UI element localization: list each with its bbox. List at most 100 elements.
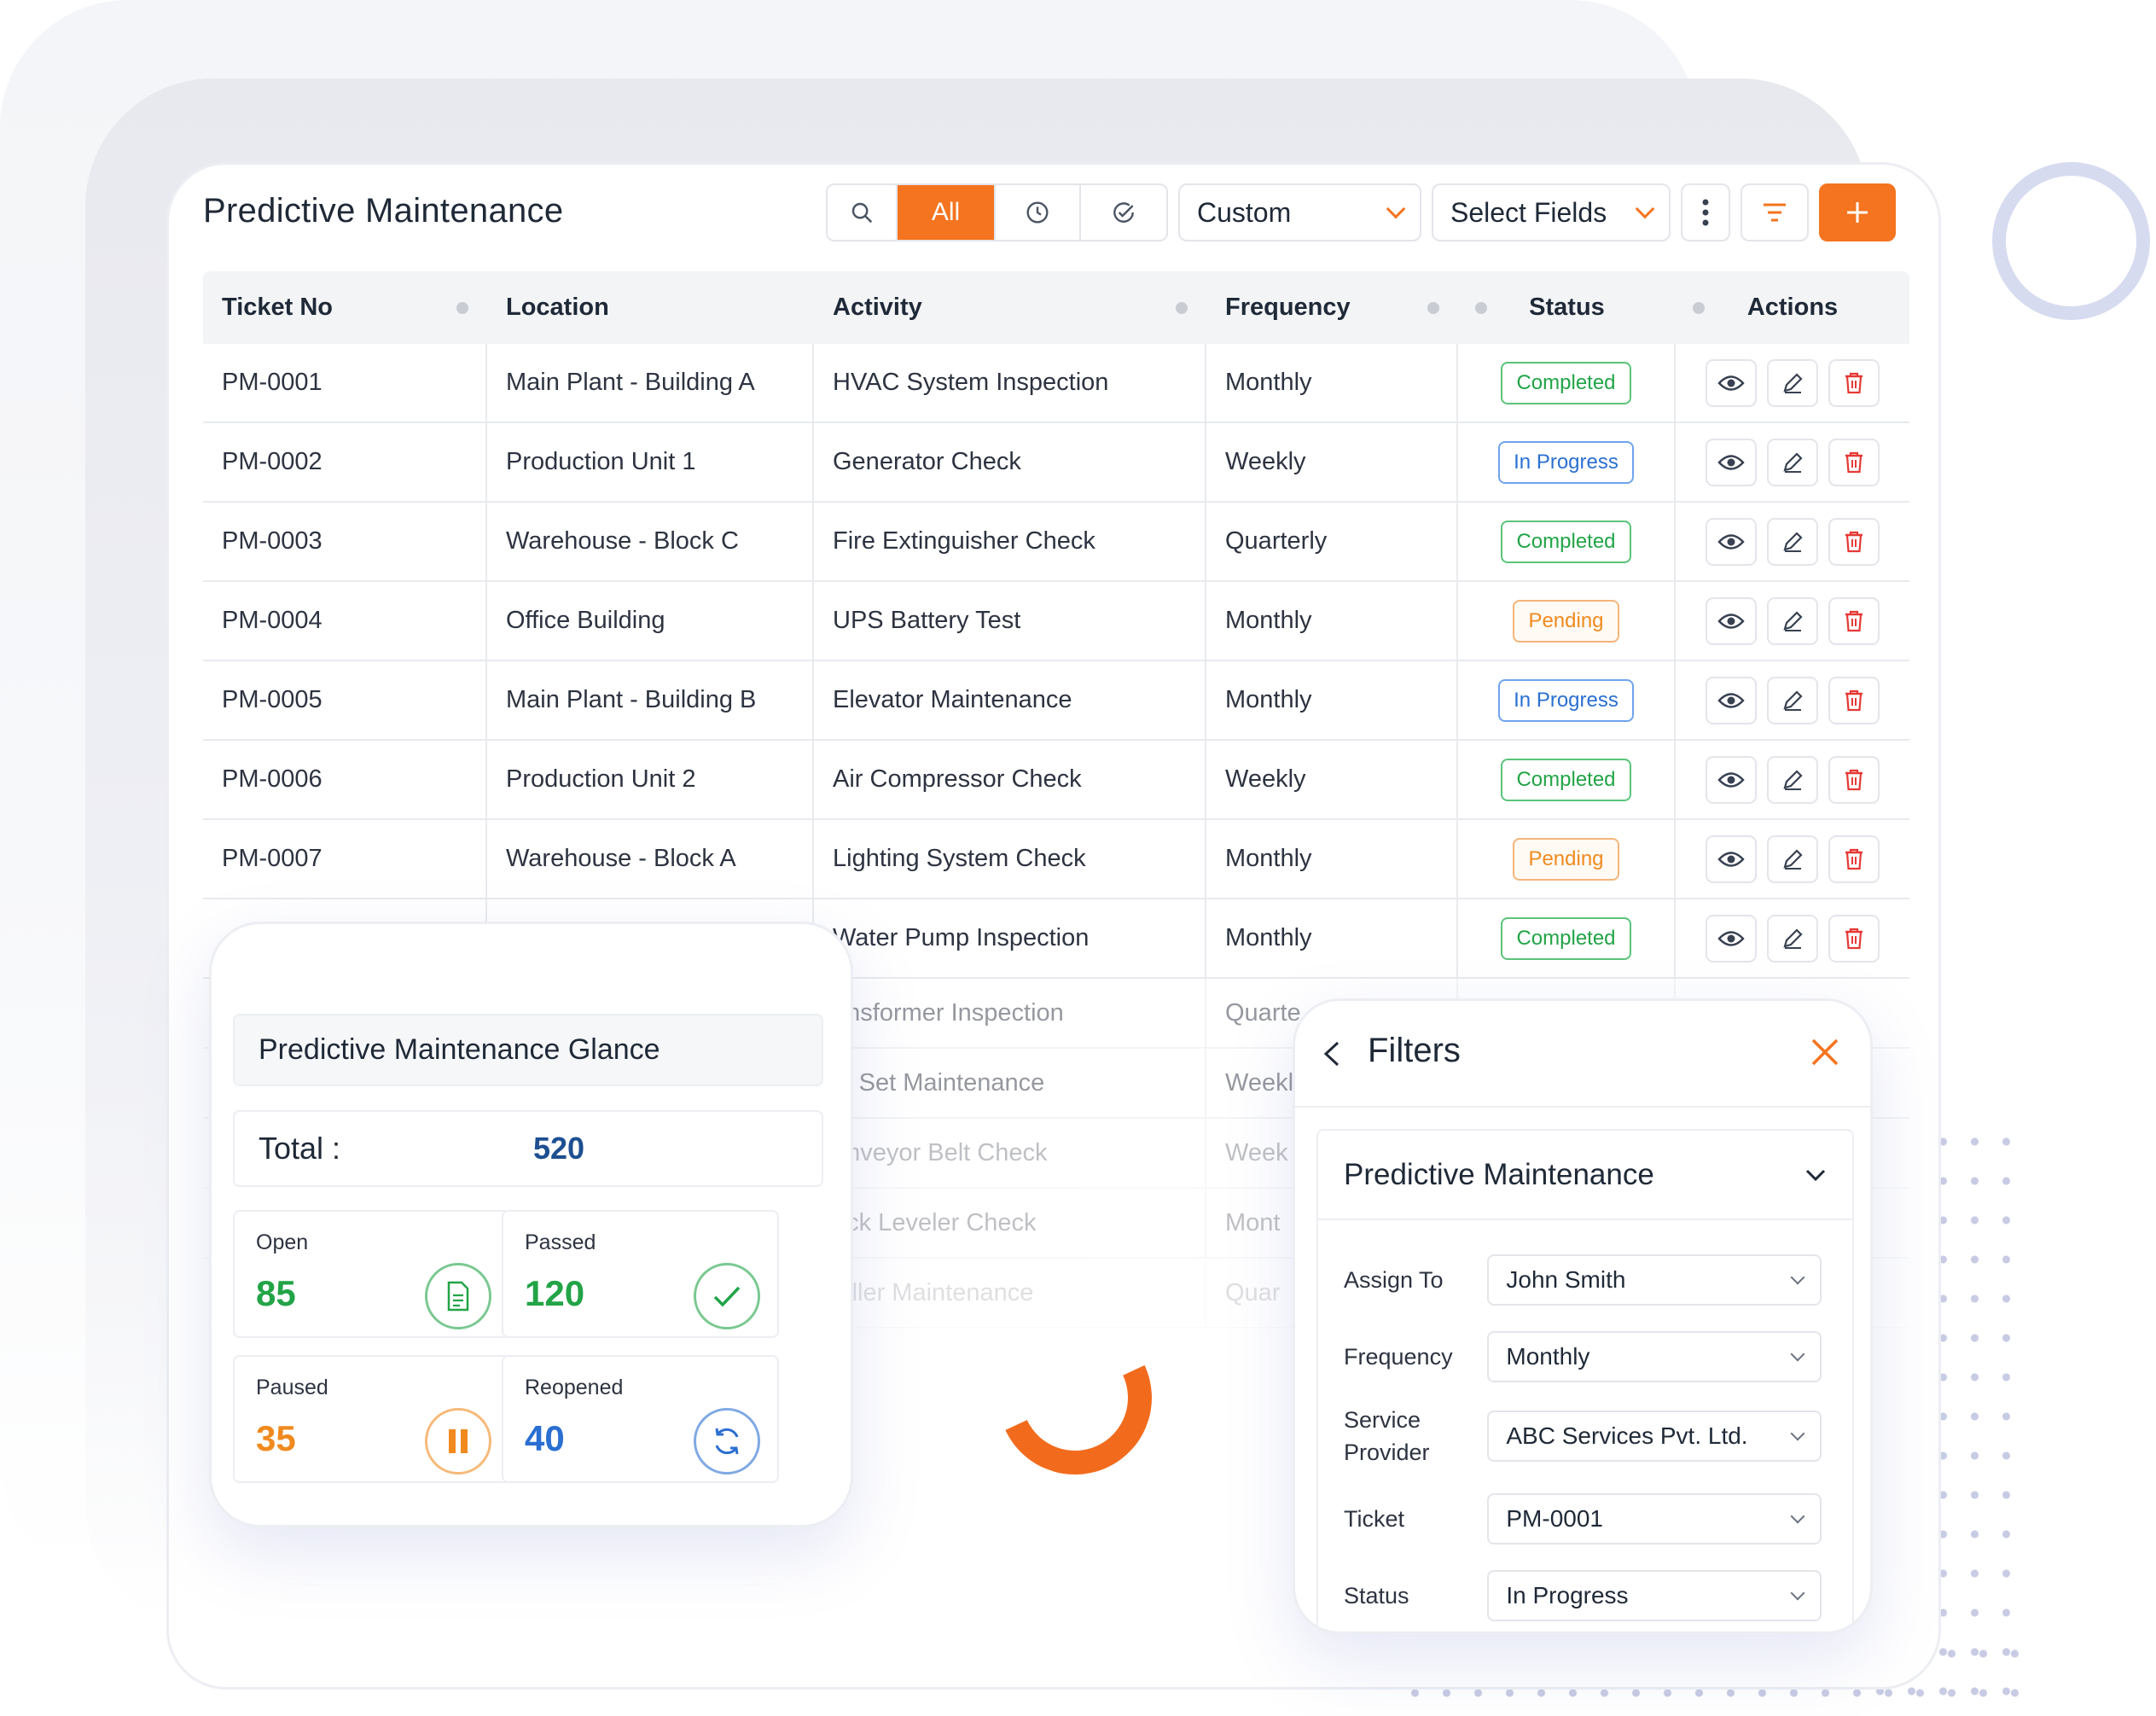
chevron-down-icon <box>1386 199 1406 219</box>
table-row[interactable]: PM-0003 Warehouse - Block C Fire Extinguis… <box>203 503 1909 582</box>
location-cell: Warehouse - Block A <box>487 820 814 898</box>
edit-button[interactable] <box>1767 438 1818 486</box>
edit-icon <box>1783 531 1803 552</box>
add-ticket-button[interactable] <box>1819 183 1896 241</box>
delete-button[interactable] <box>1828 676 1880 724</box>
edit-icon <box>1783 610 1803 631</box>
stat-card[interactable]: Passed 120 <box>502 1210 779 1338</box>
edit-icon <box>1783 451 1803 473</box>
view-button[interactable] <box>1706 358 1757 407</box>
frequency-cell: Monthly <box>1206 899 1458 977</box>
view-button[interactable] <box>1706 596 1757 645</box>
column-header-frequency[interactable]: Frequency <box>1206 271 1458 344</box>
view-button[interactable] <box>1706 914 1757 963</box>
glance-title: Predictive Maintenance Glance <box>233 1014 823 1086</box>
ticket-cell: PM-0005 <box>203 661 487 739</box>
column-header-activity[interactable]: Activity <box>814 271 1206 344</box>
chevron-down-icon <box>1805 1169 1826 1181</box>
column-header-ticket[interactable]: Ticket No <box>203 271 487 344</box>
edit-button[interactable] <box>1767 755 1818 804</box>
stat-card[interactable]: Reopened 40 <box>502 1355 779 1483</box>
delete-button[interactable] <box>1828 755 1880 804</box>
activity-cell: Elevator Maintenance <box>814 661 1206 739</box>
edit-button[interactable] <box>1767 517 1818 566</box>
filter-field: Ticket PM-0001 <box>1344 1493 1822 1544</box>
table-row[interactable]: PM-0001 Main Plant - Building A HVAC Syste… <box>203 344 1909 423</box>
filter-value: PM-0001 <box>1506 1505 1603 1532</box>
delete-button[interactable] <box>1828 596 1880 645</box>
filter-fields: Assign To John Smith Frequency Monthly Servi… <box>1316 1219 1854 1632</box>
filter-done-button[interactable] <box>1081 185 1166 240</box>
location-cell: Main Plant - Building A <box>487 344 814 422</box>
delete-button[interactable] <box>1828 517 1880 566</box>
total-value: 520 <box>533 1131 585 1166</box>
stat-value: 85 <box>256 1273 296 1313</box>
trash-icon <box>1845 689 1863 711</box>
filters-panel: Filters Predictive Maintenance Assign To… <box>1293 998 1873 1634</box>
stat-icon <box>425 1263 491 1329</box>
activity-cell: ansformer Inspection <box>814 979 1206 1047</box>
edit-button[interactable] <box>1767 835 1818 883</box>
stat-label: Open <box>256 1230 309 1254</box>
stat-card[interactable]: Paused 35 <box>233 1355 510 1483</box>
delete-button[interactable] <box>1828 358 1880 407</box>
filter-select[interactable]: Monthly <box>1487 1331 1822 1382</box>
ticket-cell: PM-0001 <box>203 344 487 422</box>
filter-panel-button[interactable] <box>1740 183 1809 241</box>
filter-select[interactable]: PM-0001 <box>1487 1493 1822 1544</box>
table-row[interactable]: PM-0007 Warehouse - Block A Lighting Syste… <box>203 820 1909 899</box>
select-fields-dropdown[interactable]: Select Fields <box>1432 183 1671 241</box>
stat-label: Paused <box>256 1376 328 1399</box>
filter-select[interactable]: John Smith <box>1487 1254 1822 1306</box>
ticket-cell: PM-0002 <box>203 423 487 501</box>
edit-button[interactable] <box>1767 914 1818 963</box>
edit-button[interactable] <box>1767 358 1818 407</box>
actions-cell <box>1676 423 1909 501</box>
stat-value: 120 <box>525 1273 585 1313</box>
toolbar: All Custom Select Fields <box>826 183 1896 241</box>
stat-card[interactable]: Open 85 <box>233 1210 510 1338</box>
more-options-button[interactable] <box>1681 183 1730 241</box>
filter-select[interactable]: In Progress <box>1487 1570 1822 1621</box>
filter-section-toggle[interactable]: Predictive Maintenance <box>1316 1129 1854 1219</box>
edit-button[interactable] <box>1767 596 1818 645</box>
filter-section-title: Predictive Maintenance <box>1344 1157 1654 1191</box>
eye-icon <box>1717 454 1745 470</box>
filter-pending-button[interactable] <box>996 185 1081 240</box>
view-button[interactable] <box>1706 835 1757 883</box>
view-button[interactable] <box>1706 676 1757 724</box>
column-header-location[interactable]: Location <box>487 271 814 344</box>
search-button[interactable] <box>828 185 898 240</box>
table-row[interactable]: PM-0006 Production Unit 2 Air Compressor C… <box>203 741 1909 820</box>
column-header-status[interactable]: Status <box>1458 271 1676 344</box>
stat-label: Passed <box>525 1230 596 1254</box>
status-cell: Completed <box>1458 899 1676 977</box>
back-button[interactable] <box>1321 1039 1343 1073</box>
close-button[interactable] <box>1810 1037 1840 1072</box>
trash-icon <box>1845 372 1863 393</box>
delete-button[interactable] <box>1828 914 1880 963</box>
table-row[interactable]: PM-0002 Production Unit 1 Generator Check W… <box>203 423 1909 503</box>
view-filter-group: All <box>826 183 1168 241</box>
status-cell: In Progress <box>1458 661 1676 739</box>
chevron-down-icon <box>1790 1347 1805 1362</box>
filter-select[interactable]: ABC Services Pvt. Ltd. <box>1487 1411 1822 1462</box>
view-button[interactable] <box>1706 438 1757 486</box>
view-button[interactable] <box>1706 755 1757 804</box>
edit-button[interactable] <box>1767 676 1818 724</box>
date-range-dropdown[interactable]: Custom <box>1178 183 1421 241</box>
location-cell: Office Building <box>487 582 814 660</box>
frequency-cell: Monthly <box>1206 582 1458 660</box>
filter-all-button[interactable]: All <box>898 185 996 240</box>
table-row[interactable]: PM-0005 Main Plant - Building B Elevator M… <box>203 661 1909 741</box>
status-badge: Completed <box>1501 758 1631 801</box>
stat-value: 35 <box>256 1418 296 1458</box>
view-button[interactable] <box>1706 517 1757 566</box>
table-row[interactable]: PM-0004 Office Building UPS Battery Test Mo… <box>203 582 1909 661</box>
filter-value: In Progress <box>1506 1582 1629 1608</box>
delete-button[interactable] <box>1828 835 1880 883</box>
activity-cell: Fire Extinguisher Check <box>814 503 1206 580</box>
delete-button[interactable] <box>1828 438 1880 486</box>
eye-icon <box>1717 771 1745 788</box>
ticket-cell: PM-0007 <box>203 820 487 898</box>
